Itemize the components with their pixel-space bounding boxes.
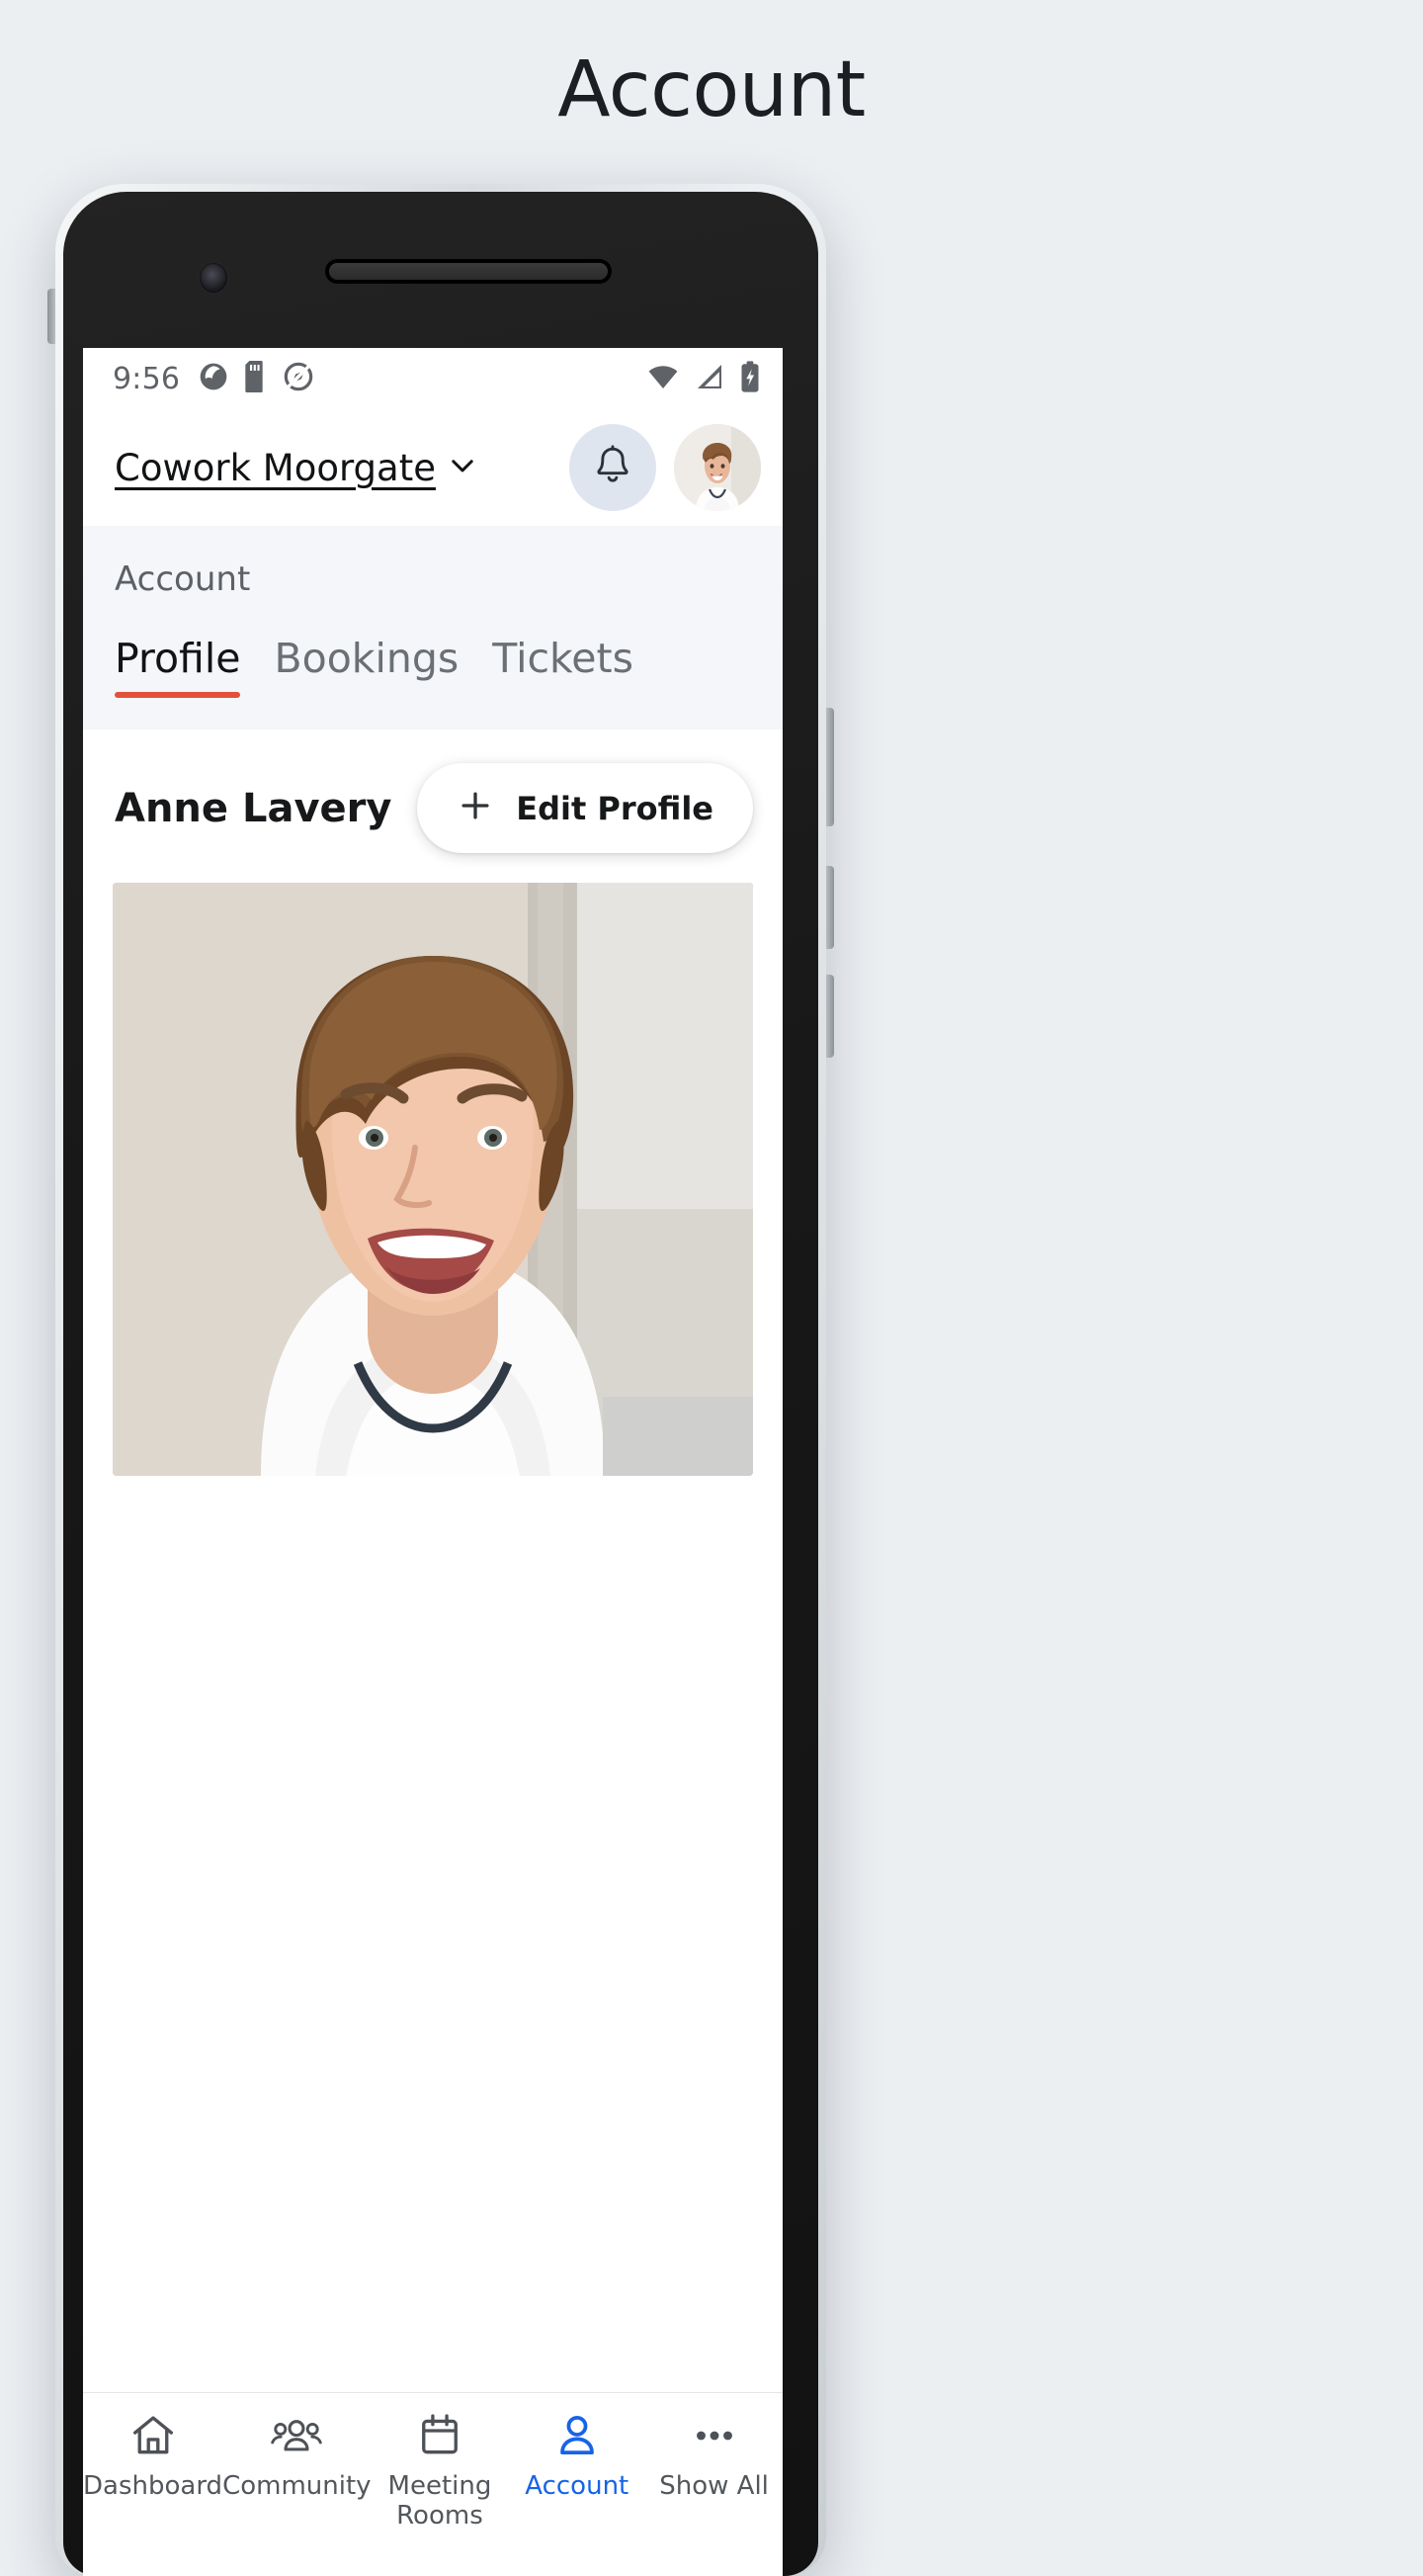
sub-header-spacer [83, 698, 783, 730]
location-disabled-icon [283, 361, 314, 397]
tab-bookings[interactable]: Bookings [274, 635, 459, 698]
nav-label-account: Account [525, 2471, 629, 2501]
front-camera-icon [200, 263, 227, 293]
sub-header: Account Profile Bookings Tickets [83, 526, 783, 698]
notifications-button[interactable] [569, 424, 656, 511]
home-icon [128, 2411, 178, 2460]
tab-bar: Profile Bookings Tickets [83, 599, 783, 698]
profile-photo [113, 883, 753, 1476]
profile-photo-container [83, 883, 783, 1476]
status-bar-left: 9:56 [113, 360, 314, 397]
edit-profile-button[interactable]: Edit Profile [417, 763, 753, 853]
nav-item-show-all[interactable]: Show All [645, 2411, 783, 2502]
nav-item-community[interactable]: Community [222, 2411, 372, 2502]
bottom-navigation: Dashboard Community Meeting Rooms Accoun… [83, 2392, 783, 2576]
nav-item-dashboard[interactable]: Dashboard [83, 2411, 222, 2502]
app-bar: Cowork Moorgate [83, 409, 783, 526]
nav-label-community: Community [222, 2471, 372, 2501]
phone-volume-down-button[interactable] [826, 975, 834, 1058]
phone-power-button[interactable] [826, 708, 834, 826]
sd-card-icon [243, 360, 269, 397]
nav-label-meeting-rooms: Meeting Rooms [387, 2471, 492, 2531]
phone-volume-up-button[interactable] [826, 866, 834, 949]
phone-screen: 9:56 Cowork Moorgate Account Profile Boo… [83, 348, 783, 2576]
venue-name: Cowork Moorgate [115, 446, 436, 489]
earpiece-speaker [329, 263, 608, 280]
venue-selector[interactable]: Cowork Moorgate [115, 447, 569, 489]
avatar-image [674, 424, 761, 511]
phone-device-mockup: 9:56 Cowork Moorgate Account Profile Boo… [47, 184, 834, 2576]
tab-tickets[interactable]: Tickets [492, 635, 633, 698]
battery-charging-icon [739, 360, 761, 398]
calendar-icon [415, 2411, 464, 2460]
nav-label-dashboard: Dashboard [83, 2471, 223, 2501]
nav-item-account[interactable]: Account [508, 2411, 645, 2502]
phone-top-bezel [63, 192, 818, 366]
bell-icon [590, 443, 635, 493]
avatar[interactable] [674, 424, 761, 511]
plus-icon [457, 787, 494, 829]
phone-mute-button[interactable] [47, 289, 55, 344]
status-bar-right [646, 360, 761, 398]
chevron-down-icon [446, 449, 479, 487]
nav-item-meeting-rooms[interactable]: Meeting Rooms [372, 2411, 509, 2532]
camera-shutter-icon [198, 361, 229, 397]
nav-label-show-all: Show All [659, 2471, 769, 2501]
page-title: Account [557, 45, 866, 134]
ellipsis-icon [688, 2411, 741, 2460]
status-bar: 9:56 [83, 348, 783, 409]
edit-profile-label: Edit Profile [516, 789, 713, 827]
sub-header-label: Account [115, 559, 251, 599]
profile-name: Anne Lavery [115, 785, 392, 831]
profile-header: Anne Lavery Edit Profile [83, 730, 783, 883]
status-bar-clock: 9:56 [113, 361, 181, 396]
profile-photo-image [113, 883, 753, 1476]
people-icon [270, 2411, 323, 2460]
wifi-icon [646, 360, 680, 398]
person-icon [552, 2411, 602, 2460]
cellular-signal-icon [694, 360, 725, 398]
tab-profile[interactable]: Profile [115, 635, 241, 698]
